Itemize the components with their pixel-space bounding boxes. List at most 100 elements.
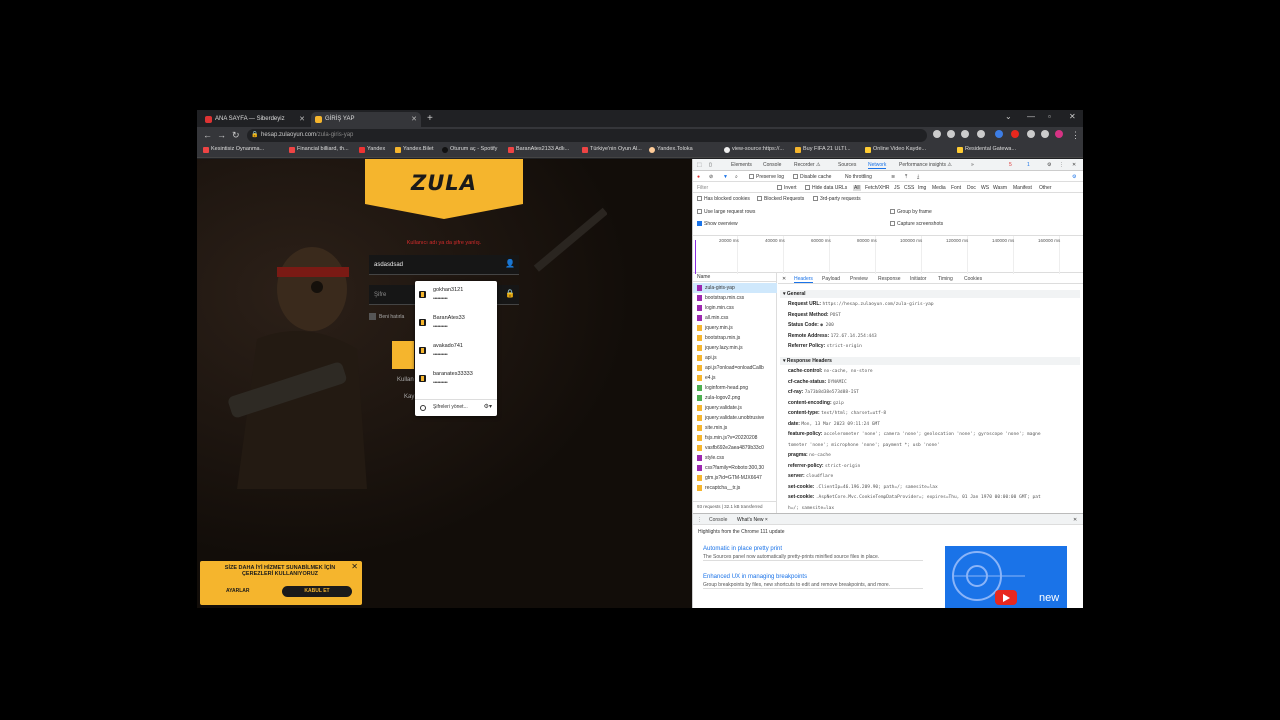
- tab-console-drawer[interactable]: Console: [709, 517, 727, 523]
- type-fetch[interactable]: Fetch/XHR: [865, 185, 889, 191]
- puzzle-icon[interactable]: [1027, 130, 1035, 138]
- autocomplete-item[interactable]: gokhan3121 ••••••••••: [415, 281, 497, 309]
- type-media[interactable]: Media: [932, 185, 946, 191]
- gear-icon[interactable]: ⚙: [1047, 162, 1051, 168]
- filter-icon[interactable]: ▼: [723, 174, 728, 180]
- response-headers-section[interactable]: ▾ Response Headers: [780, 357, 1080, 365]
- message-badge[interactable]: 1: [1027, 162, 1030, 168]
- tab-initiator[interactable]: Initiator: [910, 276, 926, 282]
- request-row[interactable]: login.min.css: [693, 303, 777, 313]
- upload-icon[interactable]: ⤒: [905, 174, 907, 180]
- request-row[interactable]: bootstrap.min.css: [693, 293, 777, 303]
- request-row[interactable]: fsjs.min.js?v=20220208: [693, 433, 777, 443]
- bookmark-item[interactable]: Residental Gatewa...: [957, 146, 1016, 153]
- autocomplete-item[interactable]: avakado741 ••••••••••: [415, 337, 497, 365]
- tab-whats-new[interactable]: What's New ×: [737, 517, 768, 523]
- close-icon[interactable]: ✕: [351, 562, 358, 571]
- tab-recorder[interactable]: Recorder ⚠: [794, 162, 820, 168]
- kebab-icon[interactable]: ⋮: [1059, 162, 1064, 168]
- type-font[interactable]: Font: [951, 185, 961, 191]
- close-icon[interactable]: ✕: [1072, 162, 1076, 168]
- bookmark-item[interactable]: Online Video Kayde...: [865, 146, 926, 153]
- name-column-header[interactable]: Name: [693, 273, 777, 282]
- capture-screenshots-checkbox[interactable]: Capture screenshots: [890, 221, 943, 227]
- forgot-link[interactable]: Kullan: [397, 377, 414, 383]
- maximize-icon[interactable]: ▫: [1048, 112, 1051, 121]
- download-icon[interactable]: ⤓: [917, 174, 919, 180]
- bookmark-item[interactable]: Yandex.Bilet: [395, 146, 433, 153]
- username-field[interactable]: asdasdsad 👤: [369, 255, 519, 275]
- bookmark-item[interactable]: Kesintisiz Oynanma...: [203, 146, 264, 153]
- request-row[interactable]: bootstrap.min.js: [693, 333, 777, 343]
- forward-icon[interactable]: →: [217, 130, 226, 140]
- sidebar-icon[interactable]: [1041, 130, 1049, 138]
- third-party-checkbox[interactable]: 3rd-party requests: [813, 196, 861, 202]
- cookie-accept-button[interactable]: KABUL ET: [282, 586, 352, 597]
- large-rows-checkbox[interactable]: Use large request rows: [697, 209, 755, 215]
- autocomplete-item[interactable]: baranates33333 ••••••••••: [415, 365, 497, 393]
- tab-sources[interactable]: Sources: [838, 162, 856, 168]
- manage-passwords[interactable]: Şifreleri yönet... ⚙▾: [415, 399, 497, 414]
- tab-cookies[interactable]: Cookies: [964, 276, 982, 282]
- tab-response[interactable]: Response: [878, 276, 901, 282]
- group-frame-checkbox[interactable]: Group by frame: [890, 209, 932, 215]
- filter-input[interactable]: Filter: [697, 185, 708, 191]
- inspect-icon[interactable]: ⬚: [697, 162, 702, 168]
- type-manifest[interactable]: Manifest: [1013, 185, 1032, 191]
- blocked-requests-checkbox[interactable]: Blocked Requests: [757, 196, 804, 202]
- request-row[interactable]: e4.js: [693, 373, 777, 383]
- login-button[interactable]: [392, 341, 414, 369]
- close-icon[interactable]: ✕: [411, 112, 417, 127]
- back-icon[interactable]: ←: [203, 130, 212, 140]
- menu-icon[interactable]: ⋮: [697, 517, 702, 523]
- invert-checkbox[interactable]: Invert: [777, 185, 797, 191]
- disable-cache-checkbox[interactable]: Disable cache: [793, 174, 831, 180]
- show-overview-checkbox[interactable]: Show overview: [697, 221, 738, 227]
- bookmark-item[interactable]: Buy FIFA 21 ULTI...: [795, 146, 851, 153]
- whats-new-card[interactable]: Automatic in place pretty print The Sourc…: [703, 546, 923, 561]
- tab-timing[interactable]: Timing: [938, 276, 953, 282]
- blocked-cookies-checkbox[interactable]: Has blocked cookies: [697, 196, 750, 202]
- close-window-icon[interactable]: ✕: [1069, 112, 1076, 121]
- type-img[interactable]: Img: [918, 185, 926, 191]
- star-icon[interactable]: [977, 130, 985, 138]
- bookmark-item[interactable]: Yandex: [359, 146, 385, 153]
- request-row[interactable]: zula-giris-yap: [693, 283, 777, 293]
- search-icon[interactable]: ⌕: [735, 174, 738, 180]
- type-wasm[interactable]: Wasm: [993, 185, 1007, 191]
- request-row[interactable]: zula-logov2.png: [693, 393, 777, 403]
- minimize-icon[interactable]: —: [1027, 112, 1035, 121]
- menu-icon[interactable]: ⋮: [1071, 130, 1080, 141]
- request-row[interactable]: jquery.validate.unobtrusive: [693, 413, 777, 423]
- request-row[interactable]: all.min.css: [693, 313, 777, 323]
- hide-data-checkbox[interactable]: Hide data URLs: [805, 185, 847, 191]
- extension-icon[interactable]: [995, 130, 1003, 138]
- close-icon[interactable]: ✕: [1073, 517, 1077, 523]
- tab-headers[interactable]: Headers: [794, 276, 813, 283]
- clear-icon[interactable]: ⊘: [709, 174, 713, 180]
- bookmark-item[interactable]: Oturum aç - Spotify: [442, 146, 497, 153]
- tab-payload[interactable]: Payload: [822, 276, 840, 282]
- cookie-settings-button[interactable]: AYARLAR: [226, 588, 250, 594]
- video-promo[interactable]: new: [945, 546, 1067, 608]
- type-css[interactable]: CSS: [904, 185, 914, 191]
- whats-new-card[interactable]: Enhanced UX in managing breakpoints Group…: [703, 574, 923, 589]
- autocomplete-item[interactable]: BaranAtes33 ••••••••••: [415, 309, 497, 337]
- request-row[interactable]: gtm.js?id=GTM-MJX6647: [693, 473, 777, 483]
- network-overview[interactable]: 20000 ms 40000 ms 60000 ms 80000 ms 1000…: [693, 235, 1083, 274]
- chevron-down-icon[interactable]: ⌄: [1005, 112, 1012, 121]
- bookmark-item[interactable]: Financial billiard, th...: [289, 146, 349, 153]
- remember-me[interactable]: Beni hatırla: [369, 313, 404, 320]
- preserve-log-checkbox[interactable]: Preserve log: [749, 174, 784, 180]
- close-icon[interactable]: ✕: [299, 112, 305, 127]
- checkbox[interactable]: [369, 313, 376, 320]
- throttle-select[interactable]: No throttling: [845, 174, 872, 180]
- type-other[interactable]: Other: [1039, 185, 1052, 191]
- request-row[interactable]: recaptcha__tr.js: [693, 483, 777, 493]
- play-icon[interactable]: [995, 590, 1017, 605]
- request-row[interactable]: vasfb692e2aea4879b33c0: [693, 443, 777, 453]
- bookmark-item[interactable]: Türkiye'nin Oyun Al...: [582, 146, 642, 153]
- settings-icon[interactable]: ⚙: [1072, 174, 1076, 180]
- type-ws[interactable]: WS: [981, 185, 989, 191]
- tab-giris[interactable]: GİRİŞ YAP ✕: [311, 112, 421, 127]
